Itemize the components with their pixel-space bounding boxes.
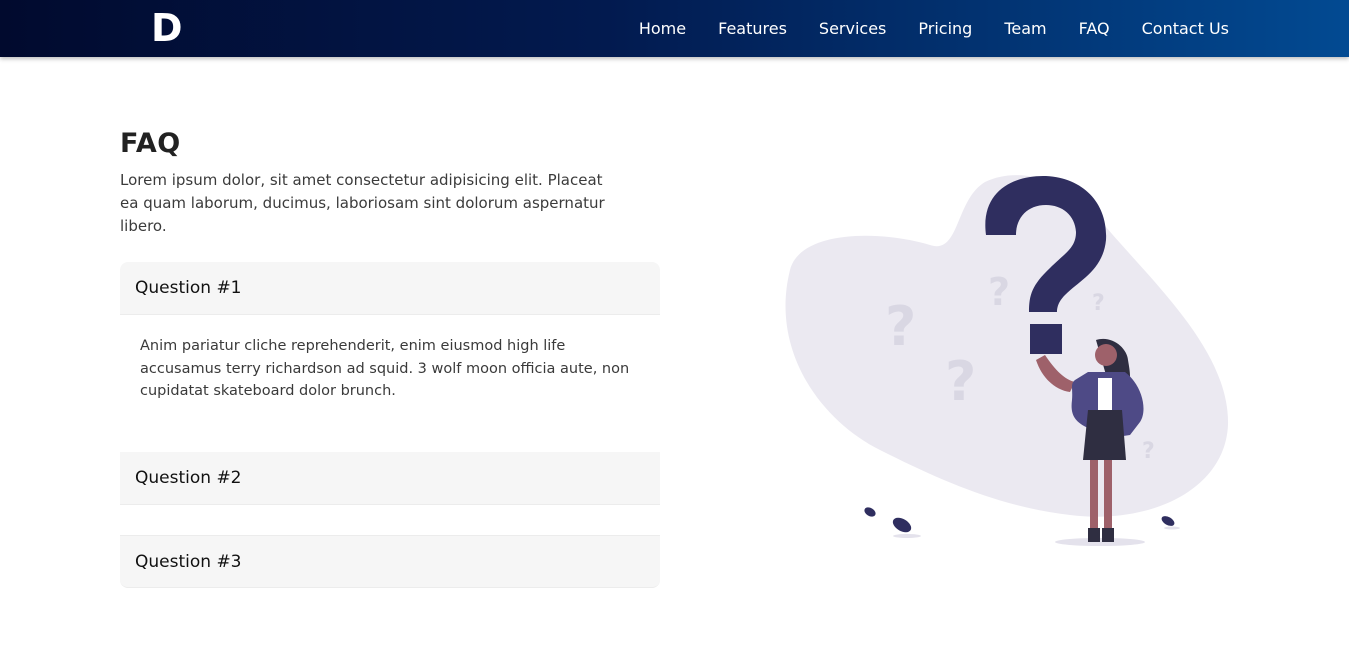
leaf-icon: [892, 517, 912, 533]
faq-question-1-header[interactable]: Question #1: [120, 262, 660, 315]
nav-link-home[interactable]: Home: [639, 19, 686, 38]
woman-leg-left: [1090, 460, 1098, 530]
faq-question-2: Question #2: [135, 468, 242, 488]
faded-question-mark-icon: ?: [945, 350, 976, 413]
nav-link-contact[interactable]: Contact Us: [1142, 19, 1229, 38]
faq-question-3: Question #3: [135, 551, 242, 572]
faded-question-mark-icon: ?: [988, 270, 1010, 314]
faq-question-1: Question #1: [135, 278, 242, 298]
faq-item-1: Question #1 Anim pariatur cliche reprehe…: [120, 262, 660, 452]
leaf-shadow: [893, 534, 921, 538]
faq-item-2: Question #2: [120, 452, 660, 505]
nav-link-services[interactable]: Services: [819, 19, 886, 38]
leaf-icon: [1161, 516, 1175, 526]
nav-links: Home Features Services Pricing Team FAQ …: [607, 0, 1229, 57]
faded-question-mark-icon: ?: [1142, 439, 1155, 464]
nav-link-pricing[interactable]: Pricing: [918, 19, 972, 38]
nav-link-faq[interactable]: FAQ: [1079, 19, 1110, 38]
woman-shoe-left: [1088, 528, 1100, 542]
faded-question-mark-icon: ?: [1092, 291, 1105, 316]
brand-logo[interactable]: D: [151, 6, 183, 50]
question-mark-woman-illustration: ? ? ? ? ?: [785, 175, 1229, 546]
leaf-shadow: [1164, 526, 1180, 530]
nav-link-features[interactable]: Features: [718, 19, 787, 38]
woman-shirt: [1098, 378, 1112, 410]
woman-leg-right: [1104, 460, 1112, 530]
faq-answer-1: Anim pariatur cliche reprehenderit, enim…: [140, 338, 630, 399]
big-question-mark-dot: [1030, 324, 1062, 354]
faq-question-3-header[interactable]: Question #3: [120, 535, 660, 588]
faded-question-mark-icon: ?: [885, 295, 916, 358]
navbar: D Home Features Services Pricing Team FA…: [0, 0, 1349, 57]
faq-accordion: Question #1 Anim pariatur cliche reprehe…: [120, 262, 660, 618]
faq-item-3: Question #3: [120, 535, 660, 588]
woman-skirt: [1083, 410, 1126, 460]
woman-head: [1095, 344, 1117, 366]
faq-title: FAQ: [120, 128, 181, 159]
nav-link-team[interactable]: Team: [1004, 19, 1046, 38]
faq-question-2-header[interactable]: Question #2: [120, 452, 660, 505]
faq-intro: Lorem ipsum dolor, sit amet consectetur …: [120, 171, 605, 235]
leaf-icon: [864, 507, 876, 517]
woman-shoe-right: [1102, 528, 1114, 542]
